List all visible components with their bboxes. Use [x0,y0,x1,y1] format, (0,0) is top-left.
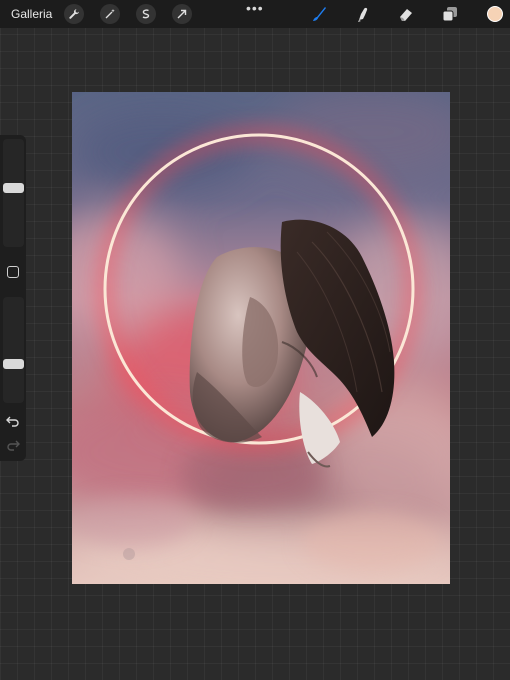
modify-square-icon[interactable] [7,266,19,278]
brush-size-thumb[interactable] [3,183,24,194]
gallery-button[interactable]: Galleria [11,7,52,21]
layers-icon[interactable] [441,5,459,23]
smudge-icon[interactable] [354,5,372,23]
opacity-thumb[interactable] [3,359,24,370]
artwork-canvas[interactable] [72,92,450,584]
undo-icon[interactable] [6,415,20,427]
artwork-illustration [72,92,450,584]
eraser-icon[interactable] [397,5,415,23]
magic-wand-icon[interactable] [100,4,120,24]
redo-icon[interactable] [6,439,20,451]
left-sidebar [0,135,26,461]
top-toolbar: Galleria ••• [0,0,510,28]
transform-arrow-icon[interactable] [172,4,192,24]
color-picker-button[interactable] [487,6,503,22]
selection-icon[interactable] [136,4,156,24]
wrench-icon[interactable] [64,4,84,24]
opacity-slider[interactable] [3,297,24,403]
brush-icon[interactable] [310,5,328,23]
more-options-icon[interactable]: ••• [246,0,264,16]
